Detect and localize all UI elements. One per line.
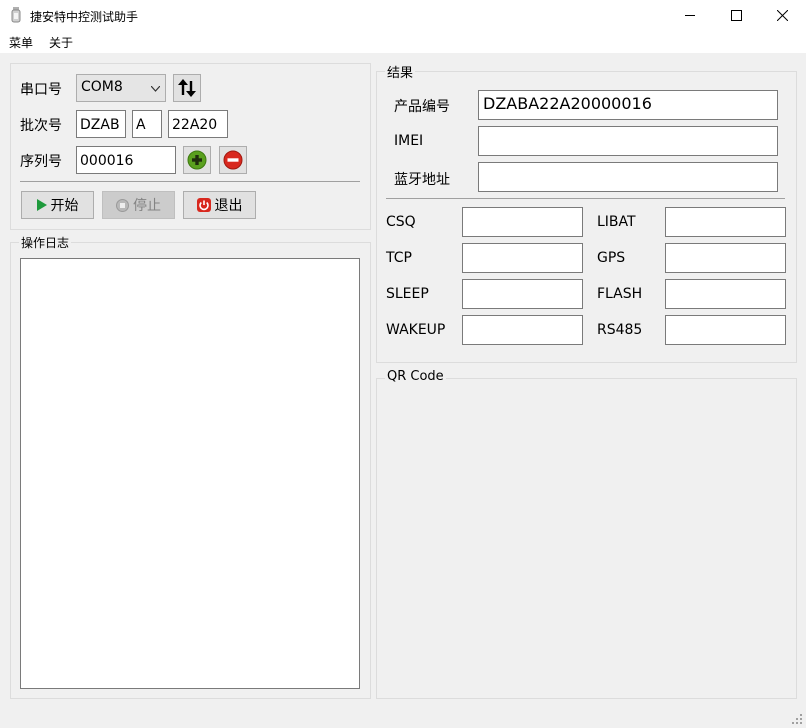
tcp-field[interactable]: [462, 243, 583, 273]
port-select[interactable]: COM8: [76, 74, 166, 102]
qr-code-group-title: QR Code: [385, 369, 446, 384]
exit-button[interactable]: 退出: [183, 191, 256, 219]
rs485-field[interactable]: [665, 315, 786, 345]
product-code-label: 产品编号: [394, 99, 450, 115]
sleep-field[interactable]: [462, 279, 583, 309]
log-group-title: 操作日志: [19, 234, 72, 251]
batch-label: 批次号: [20, 118, 62, 134]
bluetooth-address-label: 蓝牙地址: [394, 172, 450, 188]
bluetooth-address-field[interactable]: [478, 162, 778, 192]
qr-code-group: [376, 378, 797, 699]
power-icon: [196, 198, 211, 212]
serial-number-field[interactable]: 000016: [76, 146, 176, 174]
app-icon: [11, 7, 21, 23]
gps-field[interactable]: [665, 243, 786, 273]
batch-date-field[interactable]: 22A20: [168, 110, 228, 138]
wakeup-label: WAKEUP: [386, 322, 446, 338]
minimize-button[interactable]: [667, 0, 713, 31]
libat-field[interactable]: [665, 207, 786, 237]
csq-field[interactable]: [462, 207, 583, 237]
close-button[interactable]: [759, 0, 805, 31]
tcp-label: TCP: [386, 250, 412, 266]
result-group-title: 结果: [385, 62, 416, 81]
menu-bar: [0, 31, 806, 53]
batch-code-field[interactable]: A: [132, 110, 162, 138]
result-separator: [386, 198, 785, 199]
log-textarea[interactable]: [20, 258, 360, 689]
gps-label: GPS: [597, 250, 626, 266]
exit-button-label: 退出: [214, 198, 243, 214]
start-button-label: 开始: [50, 198, 79, 214]
play-icon: [36, 199, 47, 211]
stop-icon: [116, 198, 129, 212]
decrement-button[interactable]: [219, 146, 247, 174]
increment-button[interactable]: [183, 146, 211, 174]
flash-field[interactable]: [665, 279, 786, 309]
imei-field[interactable]: [478, 126, 778, 156]
close-icon: [776, 10, 788, 21]
stop-button-label: 停止: [133, 198, 161, 214]
stop-button[interactable]: 停止: [102, 191, 175, 219]
serial-separator: [20, 181, 360, 182]
csq-label: CSQ: [386, 214, 416, 230]
imei-label: IMEI: [394, 133, 424, 149]
libat-label: LIBAT: [597, 214, 636, 230]
serial-label: 序列号: [20, 154, 62, 170]
sleep-label: SLEEP: [386, 286, 429, 302]
port-select-value: COM8: [81, 79, 123, 95]
chevron-down-icon: [151, 86, 160, 92]
batch-prefix-field[interactable]: DZAB: [76, 110, 126, 138]
product-code-field[interactable]: DZABA22A20000016: [478, 90, 778, 120]
minus-icon: [223, 150, 243, 170]
swap-button[interactable]: [173, 74, 201, 102]
flash-label: FLASH: [597, 286, 643, 302]
resize-grip-icon[interactable]: [792, 714, 804, 726]
menu-item-menu[interactable]: 菜单: [9, 34, 33, 51]
minimize-icon: [684, 15, 695, 16]
window-title: 捷安特中控测试助手: [30, 10, 139, 24]
rs485-label: RS485: [597, 322, 643, 338]
start-button[interactable]: 开始: [21, 191, 94, 219]
maximize-button[interactable]: [713, 0, 759, 31]
plus-icon: [187, 150, 207, 170]
wakeup-field[interactable]: [462, 315, 583, 345]
port-label: 串口号: [20, 82, 62, 98]
swap-icon: [178, 79, 196, 97]
menu-item-about[interactable]: 关于: [49, 34, 73, 51]
maximize-icon: [730, 10, 742, 21]
